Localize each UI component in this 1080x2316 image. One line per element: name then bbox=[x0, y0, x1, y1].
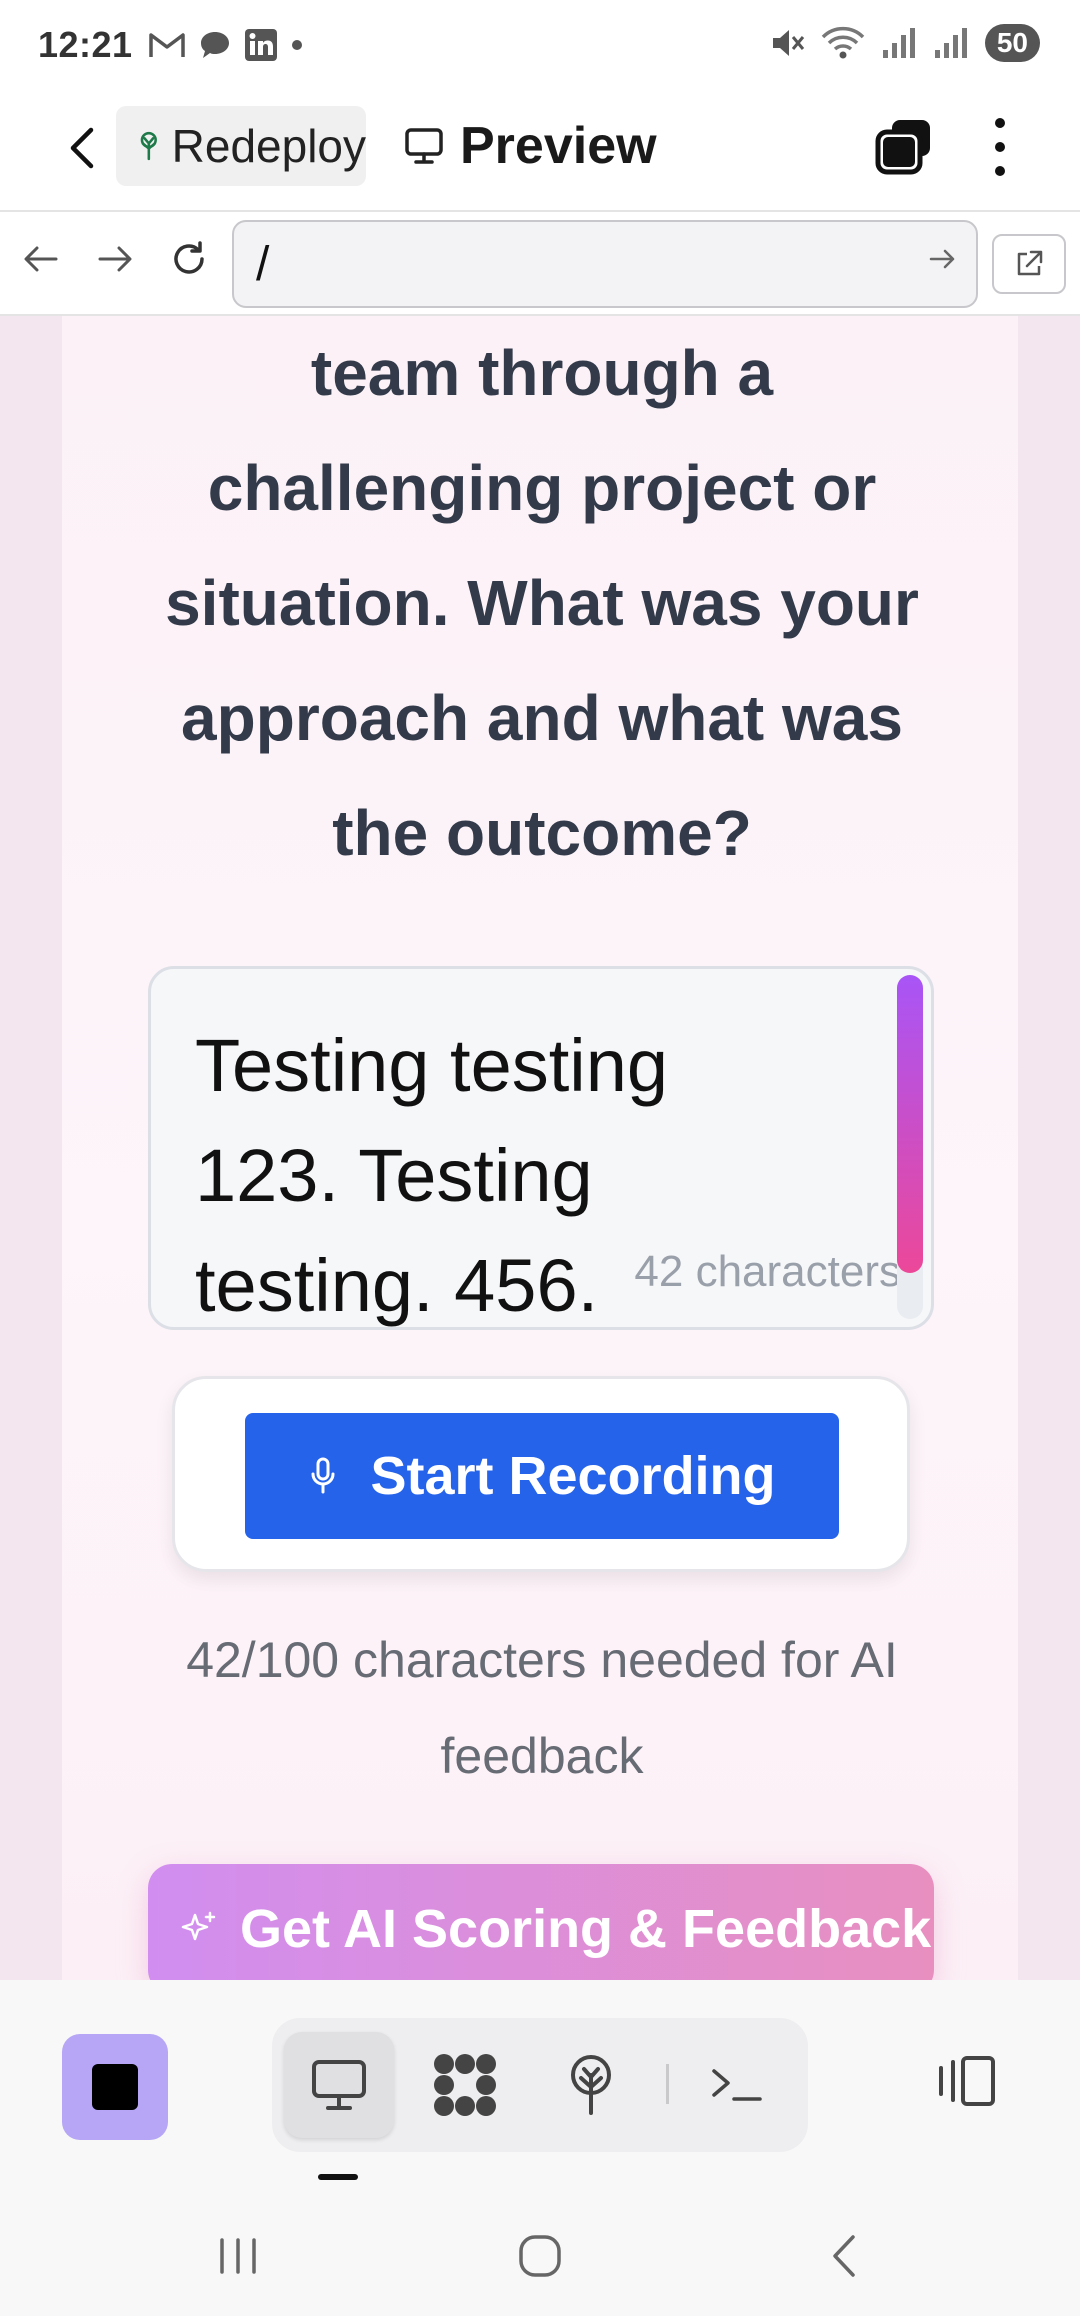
stop-button[interactable] bbox=[62, 2034, 168, 2140]
status-bar: 12:21 50 bbox=[0, 0, 1080, 92]
system-status-icons: 50 bbox=[769, 24, 1040, 62]
microphone-icon bbox=[311, 1457, 335, 1494]
dot bbox=[995, 166, 1005, 176]
ai-feedback-button[interactable]: Get AI Scoring & Feedback bbox=[148, 1864, 934, 1980]
linkedin-icon bbox=[245, 29, 277, 61]
status-time: 12:21 bbox=[38, 24, 133, 65]
preview-tab[interactable]: Preview bbox=[404, 106, 657, 186]
start-recording-button[interactable]: Start Recording bbox=[245, 1413, 839, 1539]
back-button[interactable] bbox=[52, 118, 112, 178]
arrow-right-icon bbox=[98, 246, 132, 272]
redeploy-tab[interactable]: Redeploy bbox=[116, 106, 366, 186]
workspace-view-button[interactable] bbox=[410, 2032, 520, 2138]
answer-textarea[interactable]: Testing testing 123. Testing testing. 45… bbox=[148, 966, 934, 1330]
reload-button[interactable] bbox=[164, 234, 214, 284]
chevron-left-icon bbox=[833, 2235, 855, 2277]
open-external-button[interactable] bbox=[992, 234, 1066, 294]
battery-indicator: 50 bbox=[984, 24, 1040, 62]
url-value: / bbox=[256, 237, 270, 291]
arrow-left-icon bbox=[24, 246, 58, 272]
external-link-icon bbox=[1017, 250, 1043, 276]
preview-view-button[interactable] bbox=[284, 2032, 394, 2138]
bottom-toolbar bbox=[0, 1980, 1080, 2196]
chat-icon bbox=[201, 32, 229, 58]
recording-panel: Start Recording bbox=[172, 1376, 910, 1572]
web-viewport: team through a challenging project or si… bbox=[0, 316, 1080, 1980]
wifi-icon bbox=[821, 26, 865, 59]
panel-layout-icon bbox=[939, 2056, 995, 2106]
url-row: / bbox=[0, 210, 1080, 316]
go-arrow-icon[interactable] bbox=[928, 246, 958, 272]
interview-card: team through a challenging project or si… bbox=[62, 316, 1018, 1980]
chevron-left-icon bbox=[70, 127, 94, 169]
browser-forward-button[interactable] bbox=[90, 234, 140, 284]
url-input[interactable]: / bbox=[232, 220, 978, 308]
terminal-view-button[interactable] bbox=[682, 2032, 792, 2138]
stacked-windows-icon bbox=[875, 120, 930, 175]
scrollbar-thumb[interactable] bbox=[897, 975, 923, 1273]
mute-icon bbox=[772, 30, 804, 56]
deploy-view-button[interactable] bbox=[536, 2032, 646, 2138]
feedback-requirement-note: 42/100 characters needed for AI feedback bbox=[186, 1632, 898, 1784]
active-tab-indicator bbox=[318, 2174, 358, 2180]
recent-apps-button[interactable] bbox=[198, 2224, 278, 2288]
tree-icon bbox=[140, 131, 157, 161]
recent-apps-icon bbox=[220, 2238, 256, 2274]
system-back-button[interactable] bbox=[804, 2224, 884, 2288]
gmail-icon bbox=[149, 33, 185, 57]
ai-feedback-label: Get AI Scoring & Feedback bbox=[240, 1899, 932, 1959]
app-bar: Redeploy Preview bbox=[0, 92, 1080, 210]
grid-blob-icon bbox=[434, 2054, 496, 2116]
monitor-icon bbox=[312, 2060, 366, 2110]
tree-icon bbox=[571, 2055, 611, 2115]
terminal-icon bbox=[712, 2069, 762, 2101]
layout-toggle-button[interactable] bbox=[930, 2046, 1000, 2116]
stop-icon bbox=[92, 2064, 138, 2110]
home-icon bbox=[519, 2235, 561, 2277]
more-menu-button[interactable] bbox=[980, 112, 1020, 182]
windows-button[interactable] bbox=[874, 116, 934, 176]
signal-icon bbox=[882, 28, 915, 58]
browser-back-button[interactable] bbox=[16, 234, 66, 284]
toolbar-divider bbox=[666, 2064, 669, 2104]
signal-icon bbox=[934, 28, 967, 58]
start-recording-label: Start Recording bbox=[370, 1446, 776, 1506]
notification-icons bbox=[148, 28, 304, 62]
view-switcher bbox=[272, 2018, 808, 2152]
system-navigation-bar bbox=[0, 2196, 1080, 2316]
home-button[interactable] bbox=[500, 2224, 580, 2288]
monitor-icon bbox=[405, 128, 443, 164]
reload-icon bbox=[174, 241, 204, 274]
redeploy-label: Redeploy bbox=[171, 120, 366, 172]
question-text: team through a challenging project or si… bbox=[165, 337, 919, 869]
preview-label: Preview bbox=[460, 117, 657, 175]
dot bbox=[995, 142, 1005, 152]
sparkle-icon bbox=[181, 1911, 216, 1941]
dot bbox=[995, 118, 1005, 128]
character-count: 42 characters bbox=[634, 1247, 901, 1296]
dot-icon bbox=[292, 40, 302, 50]
